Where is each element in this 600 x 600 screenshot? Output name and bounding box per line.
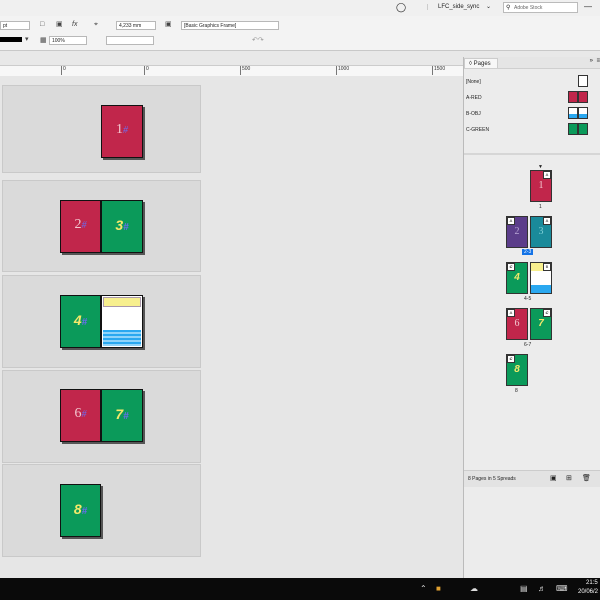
- spread-label: 1: [539, 204, 542, 210]
- page-number: 6#: [74, 406, 87, 421]
- master-tag: A: [507, 217, 515, 225]
- lightbulb-icon[interactable]: ◯: [396, 2, 406, 13]
- spread-label: 8: [515, 388, 518, 394]
- delete-page-icon[interactable]: 🗑: [582, 474, 591, 482]
- ruler-tick: 1500: [432, 66, 445, 75]
- clock-date[interactable]: 20/06/2: [578, 589, 598, 595]
- masters-section: [None] A-RED B-OBJ C-GREEN: [464, 71, 600, 141]
- page-3[interactable]: 3#: [101, 200, 143, 253]
- master-tag: B: [543, 263, 551, 271]
- pages-tab[interactable]: ◊ Pages: [464, 58, 498, 68]
- master-tag: A: [543, 217, 551, 225]
- panel-divider[interactable]: [464, 153, 600, 155]
- master-b-obj-thumb-left[interactable]: [568, 107, 578, 119]
- master-b-obj[interactable]: B-OBJ: [466, 111, 481, 117]
- ruler-tick: 1000: [336, 66, 349, 75]
- master-tag: C: [543, 309, 551, 317]
- page-count: 8 Pages in 5 Spreads: [468, 476, 516, 482]
- page-number: 4#: [73, 312, 88, 328]
- ruler-tick: 0: [144, 66, 149, 75]
- page-6[interactable]: 6#: [60, 389, 101, 442]
- page-number: 8#: [73, 501, 88, 517]
- document-name[interactable]: LFC_side_sync: [427, 4, 479, 10]
- page-5[interactable]: [101, 295, 143, 348]
- panel-collapse-icon[interactable]: »: [590, 58, 593, 64]
- stroke-color-swatch[interactable]: [0, 37, 22, 42]
- page-8[interactable]: 8#: [60, 484, 101, 537]
- edit-page-size-icon[interactable]: ▣: [550, 474, 557, 482]
- fit-frame-icon[interactable]: □: [40, 20, 44, 29]
- master-b-obj-thumb-right[interactable]: [578, 107, 588, 119]
- page-1[interactable]: 1#: [101, 105, 143, 158]
- pasteboard[interactable]: 1# 2# 3# 4# 6# 7# 8#: [0, 76, 463, 578]
- pages-panel: » ≡ ◊ Pages [None] A-RED B-OBJ C-GREEN ▼…: [463, 57, 600, 578]
- opacity-field[interactable]: 100%: [49, 36, 87, 45]
- spread-label-selected[interactable]: 2-3: [522, 249, 534, 255]
- thumb-page-5[interactable]: B: [530, 262, 552, 294]
- master-c-green[interactable]: C-GREEN: [466, 127, 489, 133]
- dropdown-arrow-icon[interactable]: ▾: [25, 35, 29, 44]
- panel-menu-icon[interactable]: ≡: [596, 58, 600, 64]
- page-number: 2#: [74, 217, 87, 232]
- swatch-field[interactable]: [106, 36, 154, 45]
- blue-frame: [103, 330, 141, 346]
- spread-label: 4-5: [524, 296, 532, 302]
- tray-volume-icon[interactable]: ♬: [538, 584, 546, 593]
- minimize-icon[interactable]: —: [584, 2, 592, 11]
- master-tag: A: [543, 171, 551, 179]
- fx-icon[interactable]: fx: [72, 20, 77, 29]
- frame-fitting-icon[interactable]: ⌖: [94, 20, 98, 29]
- ruler-tick: 500: [240, 66, 250, 75]
- application-bar: ◯ LFC_side_sync ⌄ ⚲ Adobe Stock —: [0, 0, 600, 17]
- master-a-red-thumb-left[interactable]: [568, 91, 578, 103]
- thumb-page-7[interactable]: 7C: [530, 308, 552, 340]
- thumb-page-4[interactable]: 4C: [506, 262, 528, 294]
- clock-time[interactable]: 21:5: [586, 580, 598, 586]
- page-7[interactable]: 7#: [101, 389, 143, 442]
- gap-field[interactable]: 4,233 mm: [116, 21, 156, 30]
- fit-content-icon[interactable]: ▣: [56, 20, 63, 29]
- page-4[interactable]: 4#: [60, 295, 101, 348]
- master-none[interactable]: [None]: [466, 79, 481, 85]
- object-style-dropdown[interactable]: [Basic Graphics Frame]: [181, 21, 279, 30]
- thumb-page-2[interactable]: 2A: [506, 216, 528, 248]
- adobe-stock-search[interactable]: ⚲ Adobe Stock: [503, 2, 578, 13]
- yellow-frame: [103, 297, 141, 307]
- page-number: 3#: [115, 217, 129, 233]
- master-tag: C: [507, 263, 515, 271]
- page-number: 7#: [115, 406, 129, 422]
- master-c-green-thumb-right[interactable]: [578, 123, 588, 135]
- stroke-weight-field[interactable]: pt: [0, 21, 30, 30]
- thumb-page-8[interactable]: 8C: [506, 354, 528, 386]
- new-page-icon[interactable]: ⊞: [566, 474, 572, 482]
- page-number: 1#: [116, 122, 128, 137]
- search-placeholder: Adobe Stock: [514, 5, 543, 11]
- thumb-page-3[interactable]: 3A: [530, 216, 552, 248]
- tray-network-icon[interactable]: ▤: [520, 584, 528, 593]
- control-panel: pt ▾ □ ▣ fx ▦ 100% ⌖ 4,233 mm ▣ [Basic G…: [0, 16, 600, 51]
- opacity-icon[interactable]: ▦: [40, 36, 47, 45]
- master-none-thumb[interactable]: [578, 75, 588, 87]
- master-c-green-thumb-left[interactable]: [568, 123, 578, 135]
- search-icon: ⚲: [506, 5, 511, 11]
- master-a-red-thumb-right[interactable]: [578, 91, 588, 103]
- spread-8[interactable]: [2, 464, 201, 557]
- tray-keyboard-icon[interactable]: ⌨: [556, 584, 568, 593]
- tray-chevron-icon[interactable]: ⌃: [420, 584, 427, 593]
- windows-taskbar: ⌃ ■ ☁ ▤ ♬ ⌨ 21:5 20/06/2: [0, 578, 600, 600]
- panel-footer: 8 Pages in 5 Spreads ▣ ⊞ 🗑: [464, 470, 600, 487]
- chevron-down-icon[interactable]: ⌄: [486, 3, 491, 10]
- object-style-icon[interactable]: ▣: [165, 20, 172, 29]
- tray-cloud-icon[interactable]: ☁: [470, 584, 478, 593]
- object-style-actions-icon[interactable]: ↶↷: [252, 36, 264, 45]
- master-a-red[interactable]: A-RED: [466, 95, 482, 101]
- tray-app-icon[interactable]: ■: [436, 584, 441, 593]
- thumb-page-1[interactable]: 1A: [530, 170, 552, 202]
- page-2[interactable]: 2#: [60, 200, 101, 253]
- master-tag: A: [507, 309, 515, 317]
- master-tag: C: [507, 355, 515, 363]
- thumb-page-6[interactable]: 6A: [506, 308, 528, 340]
- spread-label: 6-7: [524, 342, 532, 348]
- ruler-tick: 0: [61, 66, 66, 75]
